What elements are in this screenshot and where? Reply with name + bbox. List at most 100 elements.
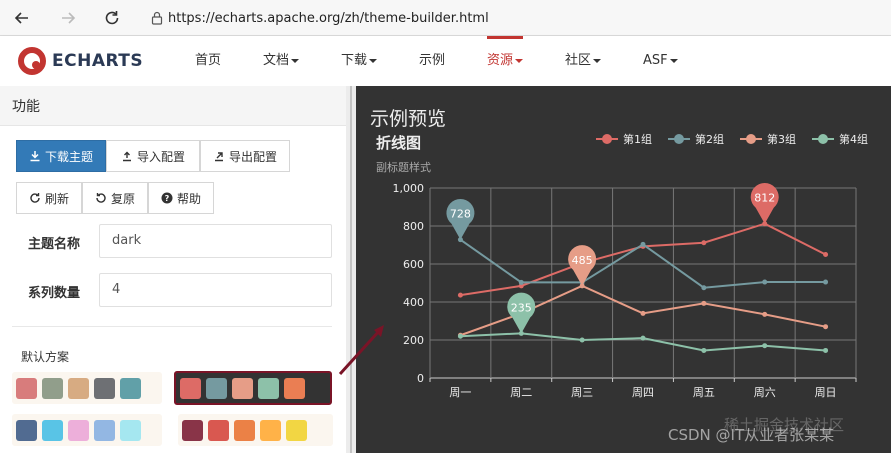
caret-down-icon	[291, 58, 300, 63]
color-swatch	[260, 419, 281, 441]
nav-item-3[interactable]: 示例	[419, 36, 445, 86]
color-swatch	[182, 419, 203, 441]
legend-marker	[674, 134, 684, 144]
legend-label: 第4组	[839, 132, 868, 146]
scheme-option-2[interactable]	[12, 414, 162, 446]
y-tick-label: 800	[403, 220, 424, 233]
data-point	[762, 343, 768, 349]
forward-arrow-icon	[62, 12, 76, 24]
annotation-arrow	[338, 325, 384, 376]
data-point	[640, 310, 646, 316]
data-point	[762, 311, 768, 317]
site-header: ECHARTS 首页 文档 下载 示例 资源 社区 ASF	[0, 36, 891, 86]
export-config-label: 导出配置	[228, 149, 277, 164]
download-theme-button[interactable]: 下载主题	[16, 140, 106, 172]
mark-point-label: 485	[572, 254, 593, 267]
color-swatch	[94, 377, 115, 399]
nav-item-1[interactable]: 文档	[263, 36, 300, 86]
color-swatch	[180, 377, 201, 399]
help-label: 帮助	[176, 191, 201, 206]
x-tick-label: 周六	[754, 386, 776, 399]
data-point	[640, 241, 646, 247]
address-bar[interactable]: https://echarts.apache.org/zh/theme-buil…	[142, 3, 891, 33]
scheme-option-1[interactable]	[174, 371, 332, 405]
browser-toolbar: https://echarts.apache.org/zh/theme-buil…	[0, 0, 891, 36]
data-point	[457, 333, 463, 339]
nav-item-label: 社区	[565, 53, 592, 68]
x-tick-label: 周四	[632, 386, 654, 399]
y-tick-label: 600	[403, 258, 424, 271]
refresh-button[interactable]: 刷新	[16, 182, 82, 214]
reload-button[interactable]	[100, 6, 124, 30]
theme-name-input[interactable]: dark	[99, 224, 332, 258]
svg-text:?: ?	[165, 194, 170, 203]
data-point	[762, 279, 768, 285]
x-tick-label: 周三	[571, 386, 593, 399]
back-button[interactable]	[10, 6, 34, 30]
x-tick-label: 周五	[693, 386, 715, 399]
function-panel: 功能 下载主题 导入配置 导出配置 刷新 复原 ? 帮助 主题名称 dark 系…	[0, 86, 346, 453]
echarts-logo[interactable]: ECHARTS	[16, 44, 166, 78]
export-config-button[interactable]: 导出配置	[200, 140, 290, 172]
mark-point-label: 728	[450, 208, 471, 221]
data-point	[579, 337, 585, 343]
nav-item-2[interactable]: 下载	[341, 36, 378, 86]
data-point	[457, 292, 463, 298]
mark-point-label: 812	[754, 192, 775, 205]
reload-icon	[105, 11, 119, 25]
caret-down-icon	[369, 58, 378, 63]
color-swatch	[258, 377, 279, 399]
data-point	[701, 285, 707, 291]
panel-splitter[interactable]	[346, 86, 356, 453]
data-point	[823, 324, 829, 330]
import-config-button[interactable]: 导入配置	[106, 140, 200, 172]
data-point	[640, 335, 646, 341]
scheme-option-0[interactable]	[12, 372, 162, 404]
nav-item-5[interactable]: 社区	[565, 36, 602, 86]
color-swatch	[16, 419, 37, 441]
nav-item-6[interactable]: ASF	[643, 36, 678, 86]
data-point	[823, 252, 829, 257]
panel-title-bar: 功能	[0, 86, 346, 126]
chart-subtitle: 副标题样式	[376, 160, 431, 174]
data-point	[701, 300, 707, 306]
restore-label: 复原	[110, 191, 135, 206]
logo-text: ECHARTS	[52, 51, 144, 71]
data-point	[701, 347, 707, 353]
download-icon	[30, 151, 40, 162]
line-chart: 折线图副标题样式 第1组 第2组 第3组 第4组 0 200 400 600 800 1,000 周一…	[376, 132, 868, 399]
y-tick-label: 0	[417, 372, 424, 385]
refresh-label: 刷新	[44, 191, 69, 206]
nav-item-0[interactable]: 首页	[195, 36, 221, 86]
scheme-option-3[interactable]	[178, 414, 333, 446]
y-tick-label: 1,000	[393, 182, 425, 195]
y-tick-label: 200	[403, 334, 424, 347]
legend-label: 第1组	[623, 132, 652, 146]
preview-area: 示例预览 折线图 副标题样式 第1组 第2组 第3组 第4组 0 200 400 600 800 1,…	[356, 86, 891, 453]
caret-down-icon	[593, 58, 602, 63]
nav-item-4[interactable]: 资源	[487, 36, 524, 86]
mark-point-label: 235	[511, 301, 532, 314]
color-swatch	[68, 377, 89, 399]
caret-down-icon	[515, 58, 524, 63]
color-swatch	[284, 377, 305, 399]
x-tick-label: 周二	[510, 386, 532, 399]
forward-button[interactable]	[56, 6, 80, 30]
color-swatch	[42, 377, 63, 399]
data-point	[823, 279, 829, 285]
export-icon	[214, 152, 223, 162]
series-count-input[interactable]: 4	[99, 273, 332, 307]
chart-title: 折线图	[376, 134, 421, 152]
nav-item-label: ASF	[643, 53, 668, 68]
data-point	[823, 347, 829, 353]
refresh-icon	[30, 193, 40, 203]
color-swatch	[68, 419, 89, 441]
color-swatch	[286, 419, 307, 441]
restore-button[interactable]: 复原	[82, 182, 148, 214]
help-button[interactable]: ? 帮助	[148, 182, 214, 214]
back-arrow-icon	[14, 12, 28, 24]
nav-item-label: 下载	[341, 53, 368, 68]
import-icon	[122, 151, 131, 162]
echarts-logo-icon	[18, 47, 46, 75]
theme-name-label: 主题名称	[28, 237, 81, 252]
